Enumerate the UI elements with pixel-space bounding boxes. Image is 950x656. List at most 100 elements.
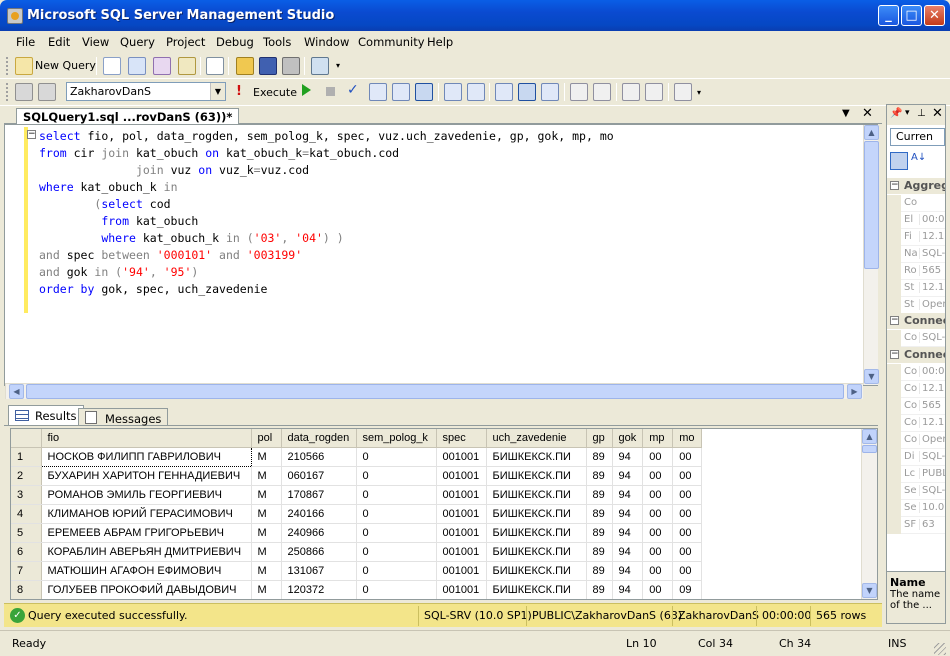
menu-edit[interactable]: Edit	[48, 35, 70, 49]
grid-cell[interactable]: БИШКЕКСК.ПИ	[486, 523, 587, 543]
save-icon[interactable]	[259, 57, 277, 75]
code-line[interactable]: from cir join kat_obuch on kat_obuch_k=k…	[39, 145, 614, 162]
menu-debug[interactable]: Debug	[216, 35, 254, 49]
menu-help[interactable]: Help	[427, 35, 453, 49]
include-plan-icon[interactable]	[444, 83, 462, 101]
grid-cell[interactable]: 001001	[436, 447, 487, 467]
grid-cell[interactable]: 00	[642, 504, 674, 524]
sql-code[interactable]: select fio, pol, data_rogden, sem_polog_…	[39, 128, 614, 298]
category-connection-details[interactable]: − Connec	[887, 347, 945, 363]
results-to-file-icon[interactable]	[541, 83, 559, 101]
query-editor[interactable]: − select fio, pol, data_rogden, sem_polo…	[4, 124, 879, 399]
toolbar-grip[interactable]	[6, 57, 9, 75]
property-row[interactable]: Co12.11	[887, 415, 945, 432]
menu-window[interactable]: Window	[304, 35, 349, 49]
menu-file[interactable]: File	[16, 35, 35, 49]
grid-cell[interactable]: 94	[612, 466, 644, 486]
specify-template-values-icon[interactable]	[674, 83, 692, 101]
grid-cell[interactable]: 001001	[436, 466, 487, 486]
grid-cell[interactable]: 09	[672, 580, 702, 599]
grid-cell[interactable]: 00	[642, 523, 674, 543]
grid-cell[interactable]: 00	[672, 466, 702, 486]
alphabetical-icon[interactable]: A↓	[911, 152, 929, 170]
property-row[interactable]: Co 565	[887, 398, 945, 415]
dropdown-icon[interactable]: ▾	[905, 108, 910, 118]
close-tab-icon[interactable]: ✕	[862, 106, 873, 121]
minimize-button[interactable]: _	[878, 5, 899, 26]
tab-results[interactable]: Results	[8, 405, 84, 425]
grid-cell[interactable]: МАТЮШИН АГАФОН ЕФИМОВИЧ	[41, 561, 252, 581]
increase-indent-icon[interactable]	[645, 83, 663, 101]
grid-cell[interactable]: М	[251, 523, 282, 543]
grid-corner[interactable]	[11, 429, 42, 448]
grid-cell[interactable]: БИШКЕКСК.ПИ	[486, 466, 587, 486]
grid-cell[interactable]: 131067	[281, 561, 357, 581]
table-row[interactable]: 6 КОРАБЛИН АВЕРЬЯН ДМИТРИЕВИЧ М 250866 0 0010…	[11, 542, 702, 562]
grid-cell[interactable]: РОМАНОВ ЭМИЛЬ ГЕОРГИЕВИЧ	[41, 485, 252, 505]
toolbar-overflow-icon[interactable]: ▾	[333, 57, 343, 75]
column-header-gp[interactable]: gp	[586, 429, 613, 448]
property-row[interactable]: Se 10.0.	[887, 500, 945, 517]
property-row[interactable]: Fi 12.11	[887, 229, 945, 246]
connect-icon[interactable]	[15, 83, 33, 101]
column-header-data-rogden[interactable]: data_rogden	[281, 429, 357, 448]
new-query-button[interactable]: New Query	[35, 59, 96, 72]
grid-cell[interactable]: М	[251, 447, 282, 467]
database-engine-query-icon[interactable]	[103, 57, 121, 75]
grid-cell[interactable]: КОРАБЛИН АВЕРЬЯН ДМИТРИЕВИЧ	[41, 542, 252, 562]
tab-sqlquery1[interactable]: SQLQuery1.sql ...rovDanS (63))*	[16, 108, 240, 125]
grid-cell[interactable]: 0	[356, 485, 437, 505]
grid-cell[interactable]: 001001	[436, 561, 487, 581]
grid-cell[interactable]: 89	[586, 485, 613, 505]
code-line[interactable]: and spec between '000101' and '003199'	[39, 247, 614, 264]
grid-cell[interactable]: 94	[612, 447, 644, 467]
menu-view[interactable]: View	[82, 35, 109, 49]
row-number[interactable]: 3	[11, 485, 42, 505]
grid-cell[interactable]: 94	[612, 580, 644, 599]
scroll-up-icon[interactable]: ▲	[862, 429, 877, 444]
grid-cell[interactable]: 94	[612, 561, 644, 581]
grid-cell[interactable]: БУХАРИН ХАРИТОН ГЕННАДИЕВИЧ	[41, 466, 252, 486]
code-line[interactable]: join vuz on vuz_k=vuz.cod	[39, 162, 614, 179]
property-row[interactable]: El 00:00	[887, 212, 945, 229]
grid-cell[interactable]: 00	[672, 485, 702, 505]
grid-cell[interactable]: БИШКЕКСК.ПИ	[486, 504, 587, 524]
property-row[interactable]: St Open	[887, 297, 945, 314]
table-row[interactable]: 7 МАТЮШИН АГАФОН ЕФИМОВИЧ М 131067 0 001001 БИ…	[11, 561, 702, 581]
change-connection-icon[interactable]	[38, 83, 56, 101]
grid-cell[interactable]: БИШКЕКСК.ПИ	[486, 447, 587, 467]
chevron-down-icon[interactable]: ▼	[210, 83, 225, 100]
row-number[interactable]: 1	[11, 447, 42, 467]
analysis-query-icon[interactable]	[128, 57, 146, 75]
available-databases-dropdown[interactable]: ZakharovDanS ▼	[66, 82, 226, 101]
property-row[interactable]: CoSQL-S	[887, 330, 945, 347]
grid-cell[interactable]: 0	[356, 561, 437, 581]
property-row[interactable]: St 12.11	[887, 280, 945, 297]
property-row[interactable]: Co00:00	[887, 364, 945, 381]
close-panel-icon[interactable]: ✕	[932, 106, 943, 121]
column-header-mp[interactable]: mp	[642, 429, 674, 448]
display-plan-icon[interactable]	[369, 83, 387, 101]
grid-cell[interactable]: 94	[612, 504, 644, 524]
grid-cell[interactable]: 00	[642, 580, 674, 599]
column-header-uch-zavedenie[interactable]: uch_zavedenie	[486, 429, 587, 448]
grid-cell[interactable]: 170867	[281, 485, 357, 505]
grid-cell[interactable]: 00	[672, 561, 702, 581]
print-icon[interactable]	[282, 57, 300, 75]
grid-cell[interactable]: М	[251, 580, 282, 599]
results-to-icon[interactable]	[415, 83, 433, 101]
menu-query[interactable]: Query	[120, 35, 155, 49]
grid-cell[interactable]: 0	[356, 542, 437, 562]
execute-button[interactable]: Execute	[253, 86, 297, 99]
table-row[interactable]: 4 КЛИМАНОВ ЮРИЙ ГЕРАСИМОВИЧ М 240166 0 001001…	[11, 504, 702, 524]
open-folder-icon[interactable]	[236, 57, 254, 75]
grid-vertical-scrollbar[interactable]: ▲ ▼	[861, 429, 877, 599]
grid-cell[interactable]: 00	[642, 466, 674, 486]
code-line[interactable]: where kat_obuch_k in ('03', '04') )	[39, 230, 614, 247]
row-number[interactable]: 8	[11, 580, 42, 599]
debug-icon[interactable]	[302, 84, 311, 96]
table-row[interactable]: 2 БУХАРИН ХАРИТОН ГЕННАДИЕВИЧ М 060167 0 0010…	[11, 466, 702, 486]
grid-cell[interactable]: 0	[356, 466, 437, 486]
grid-cell[interactable]: 89	[586, 504, 613, 524]
decrease-indent-icon[interactable]	[622, 83, 640, 101]
